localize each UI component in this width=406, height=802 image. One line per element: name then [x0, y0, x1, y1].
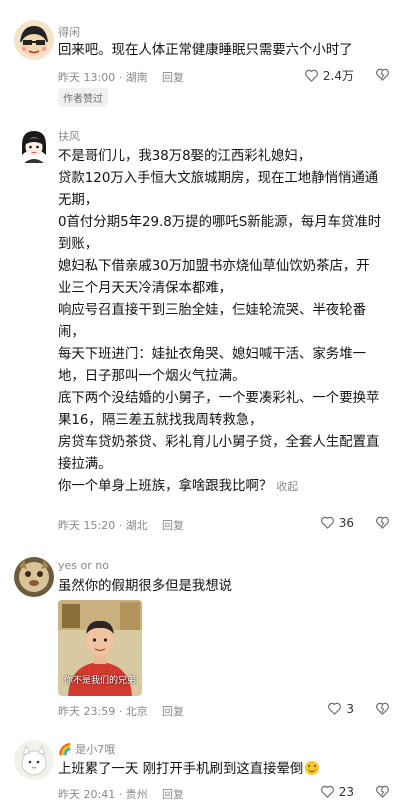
comment-line: 房贷车贷奶茶贷、彩礼育儿小舅子贷，全套人生配置直 — [58, 435, 380, 450]
comment-line: 媳妇私下借亲戚30万加盟书亦烧仙草仙饮奶茶店，开 — [58, 259, 370, 274]
dislike-button[interactable] — [375, 701, 390, 716]
dislike-button[interactable] — [375, 515, 390, 530]
comment-text: 回来吧。现在人体正常健康睡眠只需要六个小时了 — [58, 40, 394, 62]
avatar[interactable] — [14, 20, 54, 60]
comment-line: 无期， — [58, 193, 99, 208]
like-count: 2.4万 — [322, 69, 354, 83]
comment-line: 你一个单身上班族，拿啥跟我比啊？ — [58, 479, 273, 494]
comment-line: 闹， — [58, 325, 85, 340]
username[interactable]: 🌈 是小7哦 — [58, 741, 115, 757]
comment-line-last: 你一个单身上班族，拿啥跟我比啊？ 收起 — [58, 476, 394, 498]
broken-heart-icon — [376, 702, 389, 715]
comment-line: 每天下班进门：娃扯衣角哭、媳妇喊干活、家务堆一 — [58, 347, 366, 362]
dislike-button[interactable] — [375, 784, 390, 799]
comment-line-wrap: 上班累了一天 刚打开手机刷到这直接晕倒 — [58, 759, 394, 781]
sticker-caption: 你不是我们的兄弟 — [63, 676, 136, 686]
like-count: 3 — [346, 701, 354, 716]
timestamp-location: 昨天 13:00 · 湖南 — [58, 71, 148, 84]
comment-meta: 昨天 20:41 · 贵州 回复 23 — [58, 784, 406, 802]
rainbow-icon: 🌈 — [58, 743, 72, 756]
comment-line: 贷款120万入手恒大文旅城期房，现在工地静悄悄通通 — [58, 171, 379, 186]
heart-icon — [320, 516, 334, 529]
like-button[interactable]: 23 — [320, 784, 354, 799]
username-text: 是小7哦 — [75, 743, 116, 756]
comment-line: 虽然你的假期很多但是我想说 — [58, 579, 233, 594]
heart-icon — [304, 69, 318, 82]
comment-text: 不是哥们儿，我38万8娶的江西彩礼媳妇， 贷款120万入手恒大文旅城期房，现在工… — [58, 146, 394, 498]
comment-meta: 昨天 13:00 · 湖南 回复 2.4万 — [58, 67, 406, 85]
comment-line: 接拉满。 — [58, 457, 112, 472]
heart-icon — [320, 785, 334, 798]
username[interactable]: yes or no — [58, 559, 109, 572]
comment-line: 不是哥们儿，我38万8娶的江西彩礼媳妇， — [58, 149, 312, 164]
like-button[interactable]: 3 — [327, 701, 354, 716]
username[interactable]: 得闲 — [58, 24, 80, 40]
reply-button[interactable]: 回复 — [162, 69, 184, 85]
like-button[interactable]: 36 — [320, 515, 354, 530]
dislike-button[interactable] — [375, 67, 390, 82]
like-count: 36 — [338, 515, 354, 530]
timestamp-location: 昨天 15:20 · 湖北 — [58, 519, 148, 532]
comment-line: 地，日子那叫一个烟火气拉满。 — [58, 369, 246, 384]
collapse-button[interactable]: 收起 — [276, 480, 298, 493]
comment-meta: 昨天 23:59 · 北京 回复 3 — [58, 701, 406, 719]
comment-line: 业三个月天天冷清保本都难， — [58, 281, 233, 296]
comment-line: 响应号召直接干到三胎全娃，仨娃轮流哭、半夜轮番 — [58, 303, 366, 318]
broken-heart-icon — [376, 68, 389, 81]
sticker-image[interactable]: 你不是我们的兄弟 — [58, 600, 142, 696]
username[interactable]: 扶风 — [58, 128, 80, 144]
comment-text: 上班累了一天 刚打开手机刷到这直接晕倒 — [58, 759, 394, 781]
comment-meta: 昨天 15:20 · 湖北 回复 36 — [58, 515, 406, 533]
comment-line: 0首付分期5年29.8万提的哪吒S新能源，每月车贷准时 — [58, 215, 382, 230]
comment-line: 到账， — [58, 237, 99, 252]
like-count: 23 — [338, 784, 354, 799]
broken-heart-icon — [376, 516, 389, 529]
avatar[interactable] — [14, 740, 54, 780]
comment-line: 回来吧。现在人体正常健康睡眠只需要六个小时了 — [58, 43, 353, 58]
broken-heart-icon — [376, 785, 389, 798]
avatar[interactable] — [14, 557, 54, 597]
comment-line: 上班累了一天 刚打开手机刷到这直接晕倒 — [58, 762, 304, 777]
like-button[interactable]: 2.4万 — [304, 67, 354, 84]
author-liked-badge: 作者赞过 — [58, 88, 108, 107]
comment-line: 果16，隔三差五就找我周转救急， — [58, 413, 263, 428]
comment-text: 虽然你的假期很多但是我想说 — [58, 576, 394, 598]
reply-button[interactable]: 回复 — [162, 517, 184, 533]
avatar[interactable] — [14, 125, 54, 165]
reply-button[interactable]: 回复 — [162, 703, 184, 719]
timestamp-location: 昨天 23:59 · 北京 — [58, 705, 148, 718]
smile-emoji-icon — [305, 761, 320, 775]
comment-line: 底下两个没结婚的小舅子，一个要凑彩礼、一个要换苹 — [58, 391, 380, 406]
heart-icon — [328, 702, 342, 715]
